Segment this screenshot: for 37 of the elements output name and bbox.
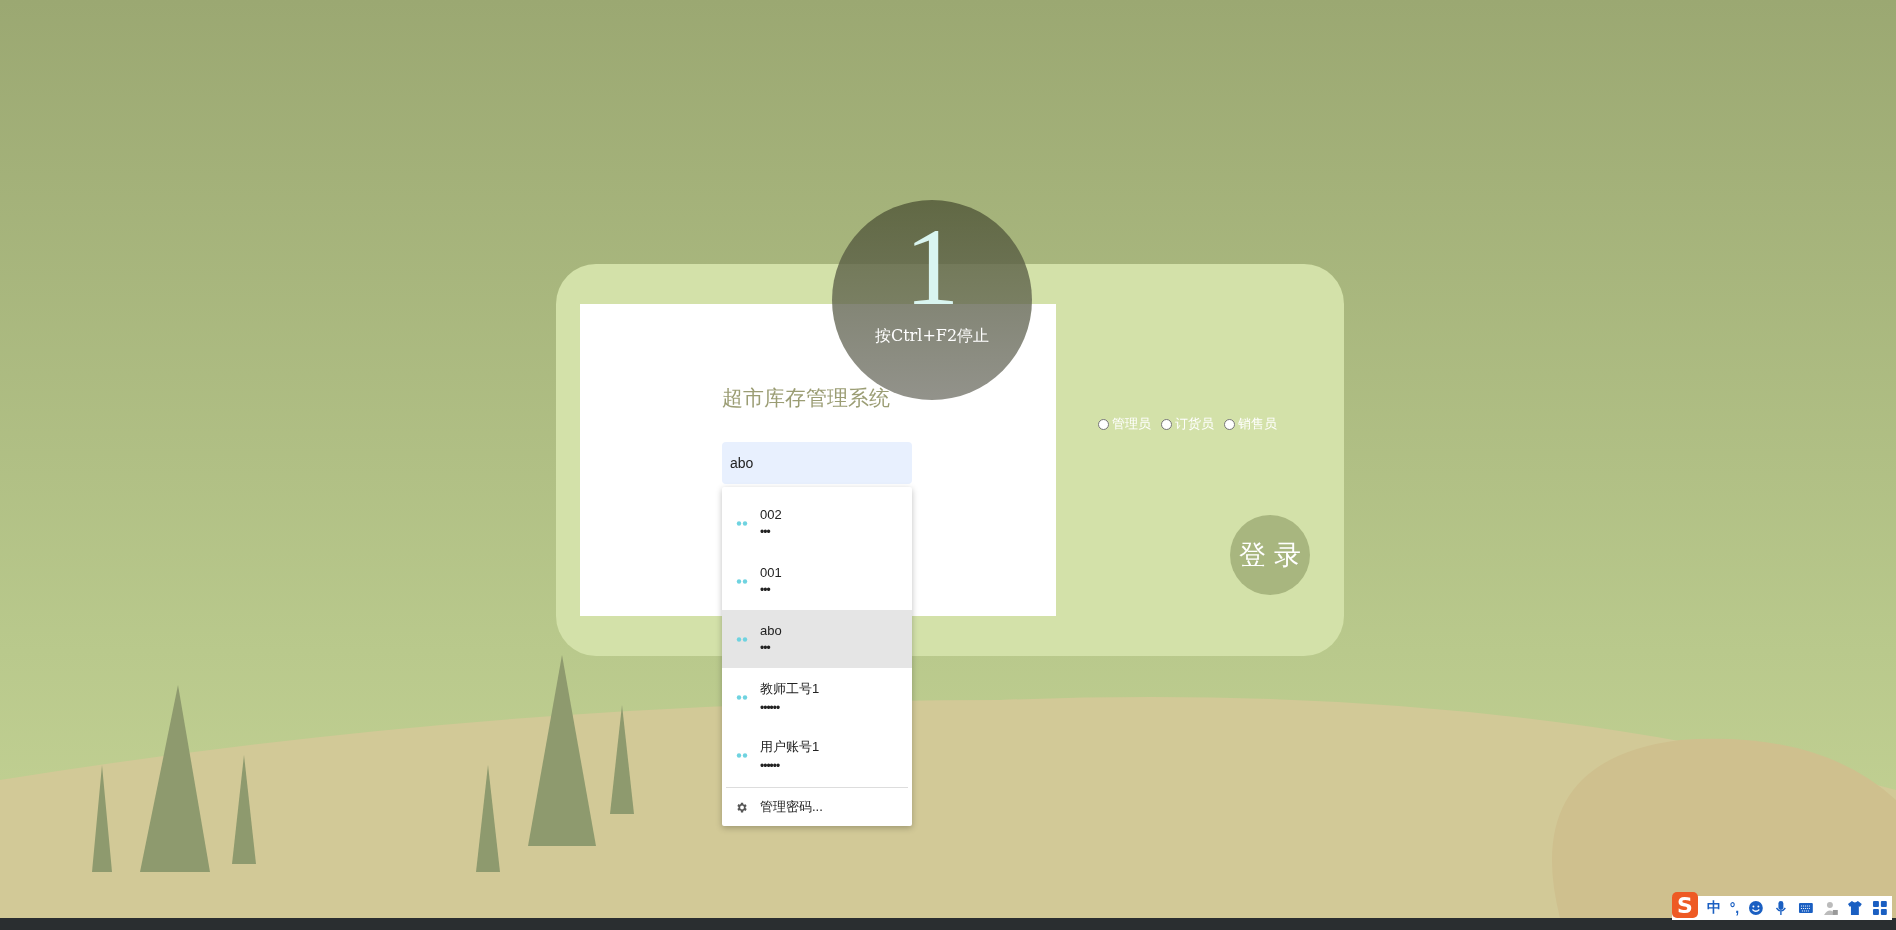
key-icon: [736, 752, 748, 758]
saved-username: abo: [760, 623, 782, 638]
saved-password-mask: ••••••: [760, 758, 781, 773]
saved-username: 002: [760, 507, 782, 522]
saved-password-mask: •••: [760, 583, 772, 597]
manage-passwords-link[interactable]: 管理密码...: [760, 798, 823, 816]
punctuation-toggle[interactable]: °,: [1729, 900, 1740, 916]
user-icon[interactable]: [1822, 900, 1839, 916]
saved-login-item[interactable]: 001 •••: [722, 552, 912, 610]
radio-button[interactable]: [1098, 418, 1109, 430]
username-field[interactable]: abo: [722, 442, 912, 484]
grid-icon[interactable]: [1872, 900, 1888, 916]
emoji-icon[interactable]: [1748, 900, 1764, 916]
app-title: 超市库存管理系统: [722, 385, 891, 411]
saved-login-item[interactable]: 用户账号1 ••••••: [722, 726, 912, 784]
saved-login-item[interactable]: 教师工号1 ••••••: [722, 668, 912, 726]
stop-hint: 按Ctrl+F2停止: [874, 326, 990, 347]
saved-password-mask: ••••••: [760, 700, 781, 715]
key-icon: [736, 520, 748, 526]
saved-login-item[interactable]: abo •••: [722, 610, 912, 668]
saved-password-mask: •••: [760, 525, 772, 539]
saved-login-item[interactable]: 002 •••: [722, 494, 912, 552]
key-icon: [736, 694, 748, 700]
key-icon: [736, 578, 748, 584]
settings-icon: [735, 800, 748, 814]
radio-button[interactable]: [1224, 418, 1235, 430]
saved-username: 用户账号1: [760, 737, 820, 756]
key-icon: [736, 636, 748, 642]
keyboard-icon[interactable]: [1797, 900, 1814, 916]
saved-password-mask: •••: [760, 641, 772, 655]
radio-button[interactable]: [1161, 418, 1172, 430]
microphone-icon[interactable]: [1773, 900, 1789, 916]
shirt-icon[interactable]: [1847, 900, 1864, 916]
countdown-number: 1: [904, 212, 960, 322]
input-mode-toggle[interactable]: 中: [1706, 899, 1721, 917]
saved-username: 001: [760, 565, 782, 580]
saved-username: 教师工号1: [760, 679, 820, 698]
